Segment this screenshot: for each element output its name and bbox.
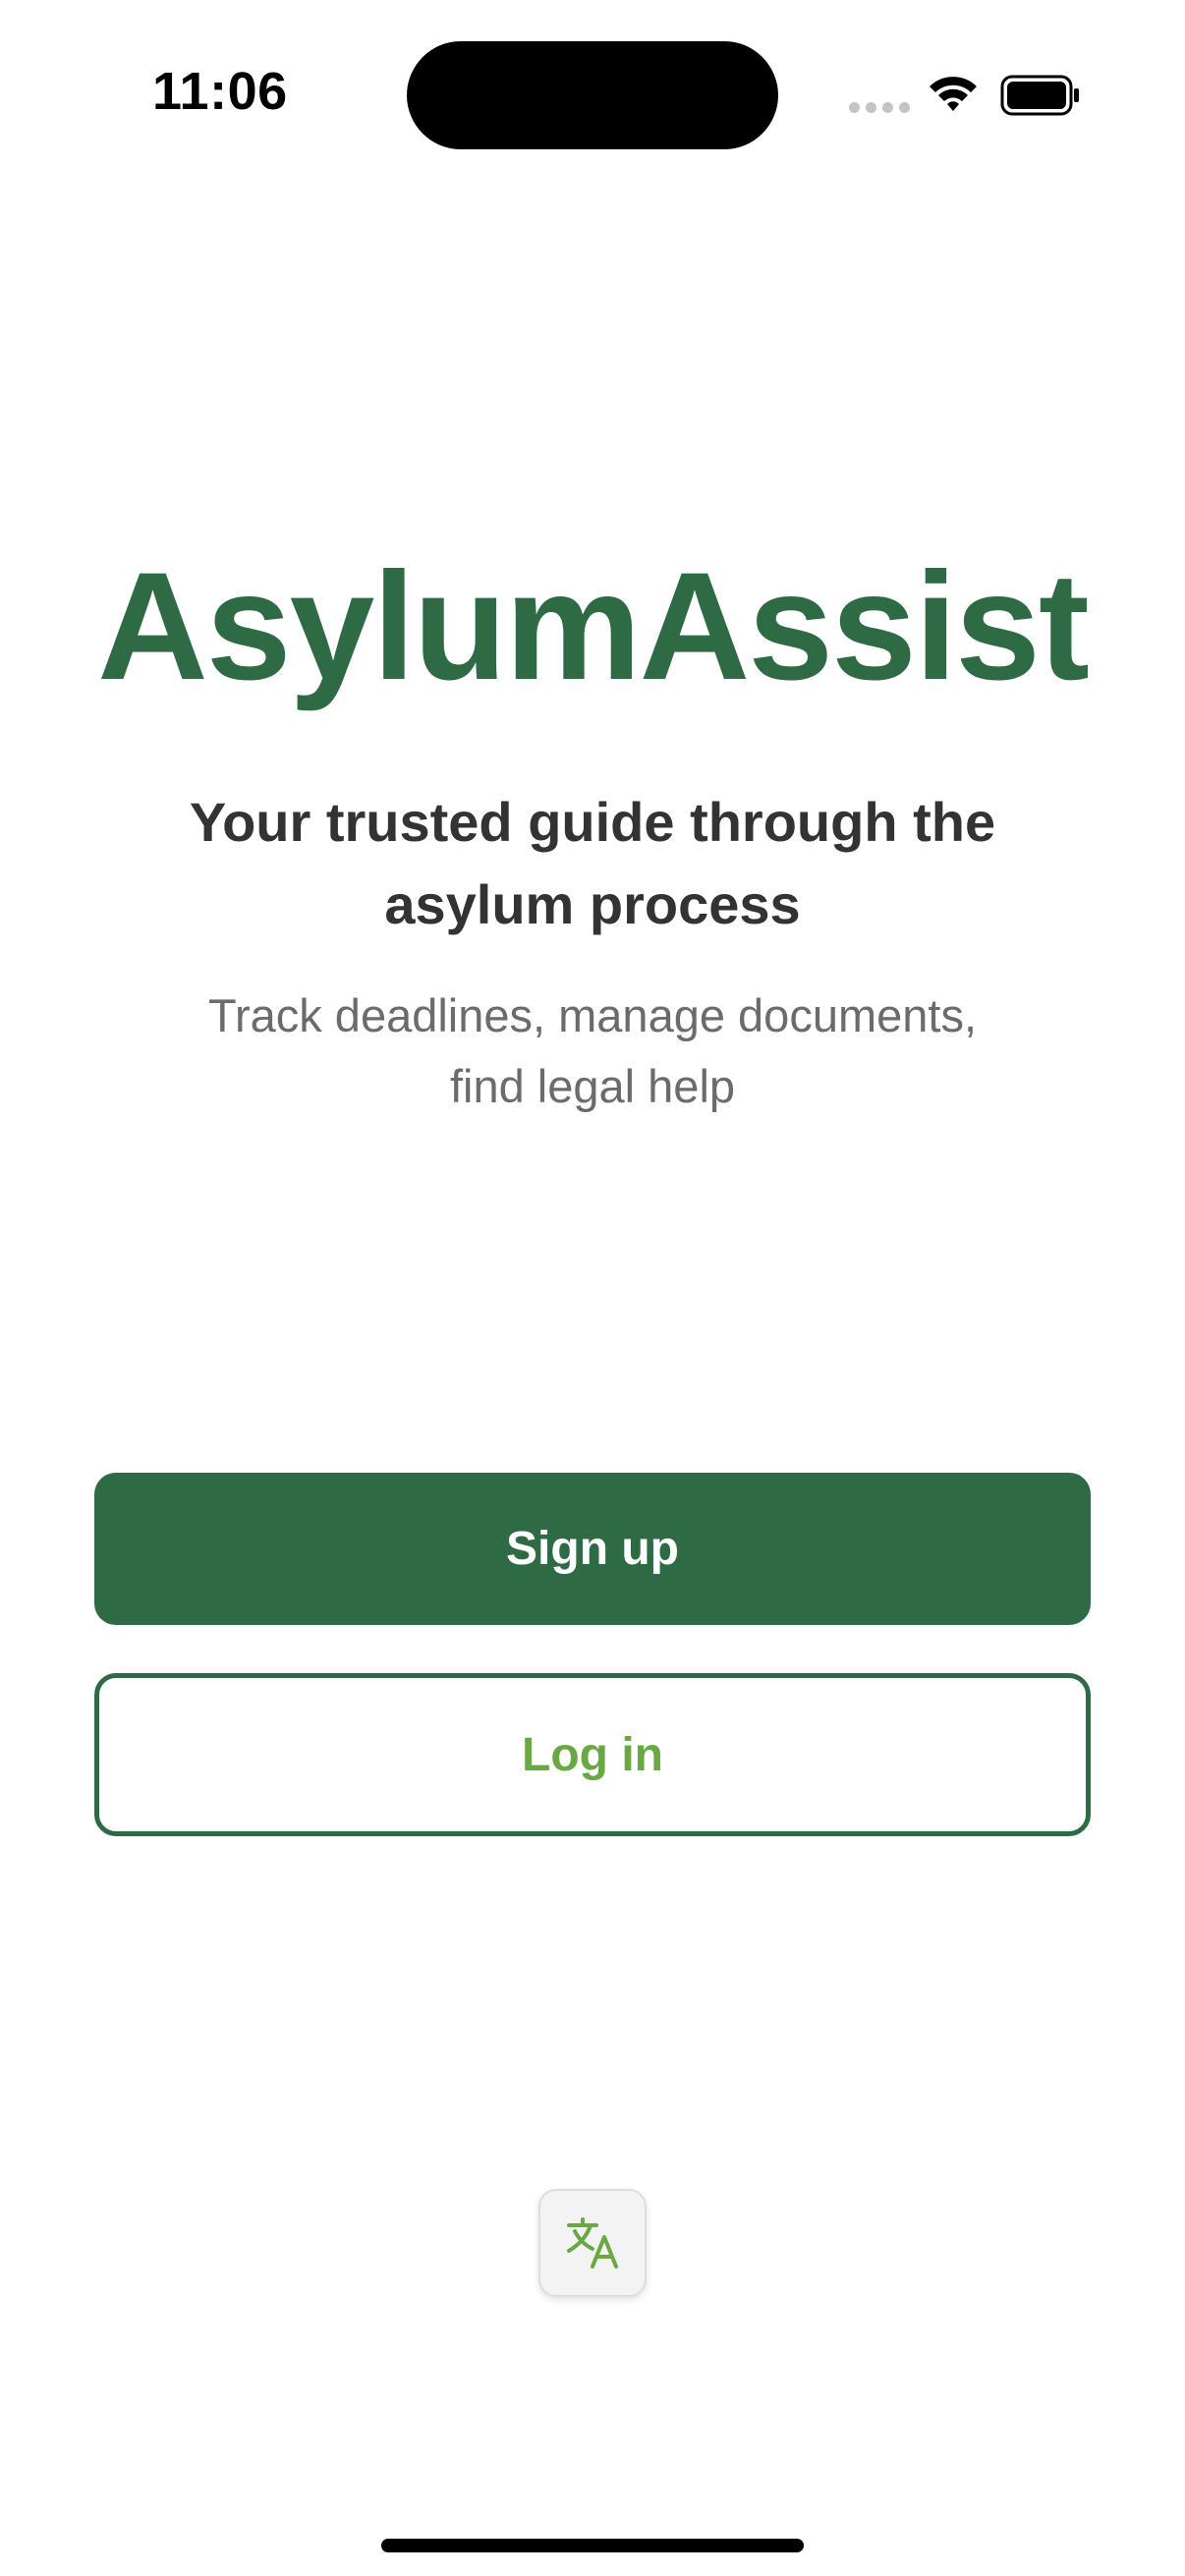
translate-icon <box>567 2217 618 2268</box>
home-indicator[interactable] <box>381 2539 804 2552</box>
log-in-label: Log in <box>522 1728 663 1781</box>
status-time: 11:06 <box>152 62 288 121</box>
sign-up-button[interactable]: Sign up <box>94 1473 1091 1625</box>
app-title: AsylumAssist <box>97 541 1090 712</box>
wifi-icon <box>930 77 977 111</box>
battery-icon <box>1000 75 1079 116</box>
log-in-button[interactable]: Log in <box>94 1673 1091 1836</box>
language-button[interactable] <box>538 2189 647 2297</box>
signal-icon <box>849 102 910 116</box>
dynamic-island <box>407 41 778 149</box>
tagline: Your trusted guide through the asylum pr… <box>189 791 996 935</box>
subtitle: Track deadlines, manage documents, find … <box>207 989 978 1112</box>
sign-up-label: Sign up <box>506 1523 679 1575</box>
